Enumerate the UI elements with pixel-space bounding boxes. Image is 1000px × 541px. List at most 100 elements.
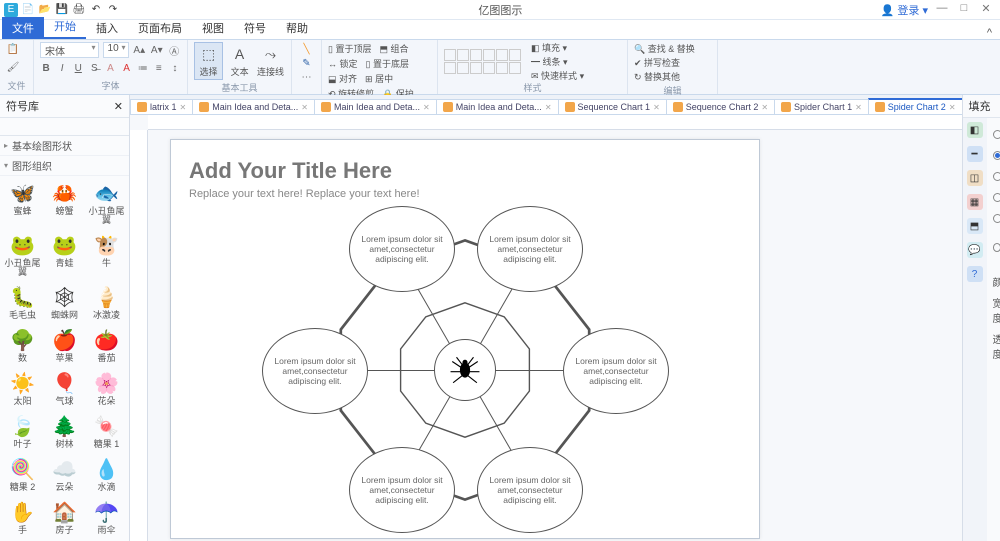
spellcheck-button[interactable]: ✔ 拼写检查 — [634, 56, 680, 69]
fill-option[interactable]: 单色填充 — [993, 145, 1000, 166]
spider-diagram[interactable]: Lorem ipsum dolor sit amet,consectetur a… — [280, 210, 650, 530]
page-title[interactable]: Add Your Title Here — [189, 158, 741, 184]
shape-item[interactable]: 🎈气球 — [44, 368, 85, 410]
shape-item[interactable]: 🌲树林 — [44, 411, 85, 453]
diagram-node[interactable]: Lorem ipsum dolor sit amet,consectetur a… — [349, 206, 455, 292]
fill-option[interactable]: 图案填充 — [993, 208, 1000, 229]
rp-tab-fill-icon[interactable]: ◧ — [967, 122, 983, 138]
shrink-font-icon[interactable]: A▾ — [150, 43, 163, 57]
shape-item[interactable]: 🐟小丑鱼尾翼 — [86, 178, 127, 229]
shape-item[interactable]: 🐸青蛙 — [44, 230, 85, 281]
undo-icon[interactable]: ↶ — [89, 3, 103, 17]
fill-option[interactable]: 渐变填充 — [993, 166, 1000, 187]
highlight-icon[interactable]: A — [104, 61, 116, 75]
shape-item[interactable]: 🌸花朵 — [86, 368, 127, 410]
shape-item[interactable]: 🍅番茄 — [86, 325, 127, 367]
shape-more-icon[interactable]: ⋯ — [300, 70, 314, 84]
menu-layout[interactable]: 页面布局 — [128, 17, 192, 39]
font-size-select[interactable]: 10 — [103, 42, 129, 58]
document-tab[interactable]: Main Idea and Deta...✕ — [314, 99, 437, 114]
redo-icon[interactable]: ↷ — [106, 3, 120, 17]
line-dropdown[interactable]: ━ 线条 ▾ — [531, 55, 584, 68]
style-swatches[interactable] — [444, 49, 521, 74]
align-icon[interactable]: ≡ — [153, 61, 165, 75]
fill-option[interactable]: 图片或纹理填充 — [993, 229, 1000, 265]
tab-close-icon[interactable]: ✕ — [949, 103, 956, 112]
arrange-item[interactable]: ▯ 置于底层 — [366, 57, 409, 70]
tab-close-icon[interactable]: ✕ — [653, 103, 660, 112]
find-replace-button[interactable]: 🔍 查找 & 替换 — [634, 42, 695, 55]
paste-icon[interactable]: 📋 — [6, 42, 20, 56]
shape-item[interactable]: 🍃叶子 — [2, 411, 43, 453]
rp-tab-image-icon[interactable]: ▦ — [967, 194, 983, 210]
text-tool-button[interactable]: A文本 — [225, 42, 254, 80]
document-tab[interactable]: latrix 1✕ — [130, 99, 193, 114]
close-icon[interactable]: ✕ — [978, 2, 994, 18]
diagram-node[interactable]: Lorem ipsum dolor sit amet,consectetur a… — [477, 447, 583, 533]
rp-tab-chat-icon[interactable]: 💬 — [967, 242, 983, 258]
shape-item[interactable]: 🦀螃蟹 — [44, 178, 85, 229]
arrange-item[interactable]: ▯ 置于顶层 — [328, 42, 371, 55]
menu-file[interactable]: 文件 — [2, 17, 44, 39]
page-subtitle[interactable]: Replace your text here! Replace your tex… — [189, 188, 741, 200]
brush-icon[interactable]: 🖌 — [6, 60, 20, 74]
maximize-icon[interactable]: □ — [956, 2, 972, 18]
shape-item[interactable]: 🍦冰激凌 — [86, 282, 127, 324]
shape-search-input[interactable] — [4, 121, 136, 132]
shape-item[interactable]: 🕸蜘蛛网 — [44, 282, 85, 324]
shape-item[interactable]: 🐛毛毛虫 — [2, 282, 43, 324]
arrange-item[interactable]: ↔ 锁定 — [328, 57, 358, 70]
arrange-item[interactable]: ⬒ 组合 — [379, 42, 408, 55]
menu-insert[interactable]: 插入 — [86, 17, 128, 39]
document-tab[interactable]: Main Idea and Deta...✕ — [192, 99, 315, 114]
strike-icon[interactable]: S̶ — [88, 61, 100, 75]
diagram-node[interactable]: Lorem ipsum dolor sit amet,consectetur a… — [477, 206, 583, 292]
shape-item[interactable]: 🐮牛 — [86, 230, 127, 281]
center-node[interactable] — [434, 339, 496, 401]
diagram-node[interactable]: Lorem ipsum dolor sit amet,consectetur a… — [349, 447, 455, 533]
shape-item[interactable]: 🍭糖果 2 — [2, 454, 43, 496]
qat-icon[interactable]: E — [4, 3, 18, 17]
grow-font-icon[interactable]: A▴ — [133, 43, 146, 57]
rp-tab-layout-icon[interactable]: ⬒ — [967, 218, 983, 234]
fill-option[interactable]: 无填充 — [993, 124, 1000, 145]
rp-tab-shadow-icon[interactable]: ◫ — [967, 170, 983, 186]
underline-icon[interactable]: U — [72, 61, 84, 75]
tab-close-icon[interactable]: ✕ — [855, 103, 862, 112]
line-space-icon[interactable]: ↕ — [169, 61, 181, 75]
tab-close-icon[interactable]: ✕ — [301, 103, 308, 112]
rp-tab-line-icon[interactable]: ━ — [967, 146, 983, 162]
clear-format-icon[interactable]: Ⓐ — [168, 43, 181, 57]
diagram-node[interactable]: Lorem ipsum dolor sit amet,consectetur a… — [262, 328, 368, 414]
new-icon[interactable]: 📄 — [21, 3, 35, 17]
collapse-ribbon-icon[interactable]: ^ — [987, 27, 992, 39]
shape-item[interactable]: 🍎苹果 — [44, 325, 85, 367]
document-tab[interactable]: Sequence Chart 2✕ — [666, 99, 775, 114]
select-tool-button[interactable]: ⬚选择 — [194, 42, 223, 80]
italic-icon[interactable]: I — [56, 61, 68, 75]
shape-item[interactable]: 🍬糖果 1 — [86, 411, 127, 453]
panel-close-icon[interactable]: ✕ — [114, 100, 123, 113]
shape-item[interactable]: ☁️云朵 — [44, 454, 85, 496]
document-tab[interactable]: Spider Chart 2✕ — [868, 98, 962, 114]
page[interactable]: Add Your Title Here Replace your text he… — [170, 139, 760, 539]
menu-symbol[interactable]: 符号 — [234, 17, 276, 39]
shape-item[interactable]: ☂️雨伞 — [86, 497, 127, 539]
fill-dropdown[interactable]: ◧ 填充 ▾ — [531, 41, 584, 54]
menu-home[interactable]: 开始 — [44, 15, 86, 39]
document-tab[interactable]: Main Idea and Deta...✕ — [436, 99, 559, 114]
shape-item[interactable]: 💧水滴 — [86, 454, 127, 496]
shape-line-icon[interactable]: ╲ — [300, 42, 314, 56]
minimize-icon[interactable]: — — [934, 2, 950, 18]
tab-close-icon[interactable]: ✕ — [761, 103, 768, 112]
menu-help[interactable]: 帮助 — [276, 17, 318, 39]
category-basic[interactable]: 基本绘图形状 — [0, 136, 129, 156]
arrange-item[interactable]: ⊞ 居中 — [365, 72, 393, 85]
shape-item[interactable]: 🐸小丑鱼尾翼 — [2, 230, 43, 281]
document-tab[interactable]: Spider Chart 1✕ — [774, 99, 869, 114]
document-tab[interactable]: Sequence Chart 1✕ — [558, 99, 667, 114]
replace-other-button[interactable]: ↻ 替换其他 — [634, 70, 680, 83]
font-color-icon[interactable]: A — [121, 61, 133, 75]
login-button[interactable]: 👤 登录 ▾ — [881, 2, 928, 18]
arrange-item[interactable]: ⬓ 对齐 — [328, 72, 357, 85]
